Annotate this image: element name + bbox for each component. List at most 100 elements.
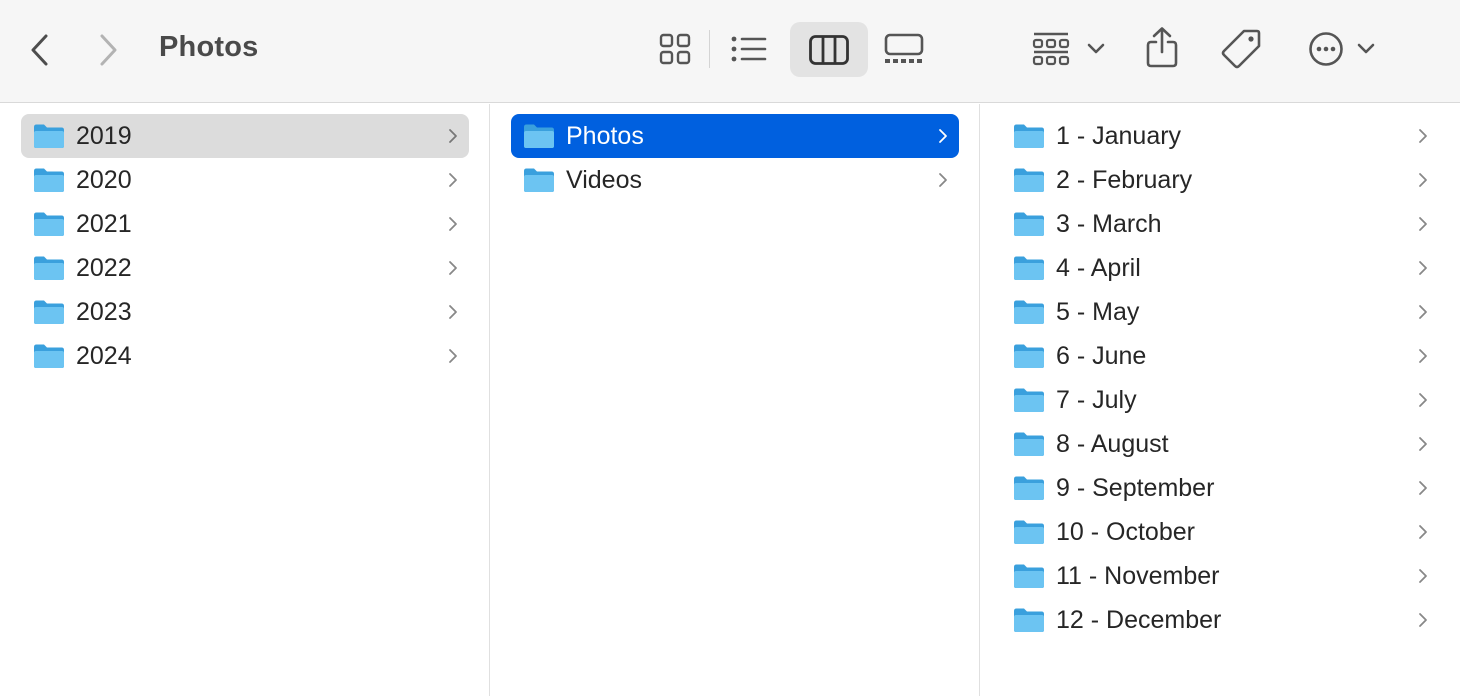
- folder-row-month[interactable]: 5 - May: [1001, 290, 1439, 334]
- folder-row-month[interactable]: 9 - September: [1001, 466, 1439, 510]
- folder-label: Videos: [566, 166, 642, 194]
- chevron-right-icon: [1419, 393, 1427, 407]
- tag-button[interactable]: [1216, 24, 1266, 74]
- folder-label: 3 - March: [1056, 210, 1162, 238]
- folder-row-month[interactable]: 4 - April: [1001, 246, 1439, 290]
- chevron-right-icon: [1419, 437, 1427, 451]
- folder-icon: [1014, 608, 1044, 632]
- chevron-right-icon: [1419, 613, 1427, 627]
- column-months: 1 - January 2 - February 3 - March 4 - A…: [981, 104, 1460, 696]
- folder-row-month[interactable]: 2 - February: [1001, 158, 1439, 202]
- folder-label: 4 - April: [1056, 254, 1141, 282]
- back-button[interactable]: [20, 28, 58, 72]
- folder-icon: [1014, 564, 1044, 588]
- folder-row-month[interactable]: 12 - December: [1001, 598, 1439, 642]
- folder-icon: [1014, 124, 1044, 148]
- finder-toolbar: Photos: [0, 0, 1460, 103]
- folder-label: 8 - August: [1056, 430, 1169, 458]
- chevron-right-icon: [1419, 129, 1427, 143]
- folder-row-2021[interactable]: 2021: [21, 202, 469, 246]
- icon-view-button[interactable]: [650, 26, 700, 72]
- folder-label: 6 - June: [1056, 342, 1147, 370]
- folder-icon: [1014, 432, 1044, 456]
- folder-row-2019[interactable]: 2019: [21, 114, 469, 158]
- folder-row-month[interactable]: 8 - August: [1001, 422, 1439, 466]
- chevron-right-icon: [1419, 525, 1427, 539]
- folder-row-2023[interactable]: 2023: [21, 290, 469, 334]
- chevron-right-icon: [449, 217, 457, 231]
- chevron-right-icon: [100, 34, 117, 66]
- forward-button[interactable]: [90, 28, 128, 72]
- folder-label: 2022: [76, 254, 132, 282]
- tag-icon: [1221, 29, 1261, 69]
- folder-label: 10 - October: [1056, 518, 1195, 546]
- folder-row-month[interactable]: 3 - March: [1001, 202, 1439, 246]
- chevron-right-icon: [449, 173, 457, 187]
- chevron-right-icon: [449, 305, 457, 319]
- share-icon: [1146, 27, 1178, 68]
- folder-label: 5 - May: [1056, 298, 1140, 326]
- folder-icon: [1014, 256, 1044, 280]
- folder-icon: [1014, 168, 1044, 192]
- folder-label: Photos: [566, 122, 644, 150]
- folder-label: 1 - January: [1056, 122, 1182, 150]
- folder-icon: [1014, 476, 1044, 500]
- toolbar-divider: [709, 30, 710, 68]
- folder-icon: [34, 256, 64, 280]
- group-by-icon: [1032, 32, 1070, 66]
- chevron-right-icon: [1419, 217, 1427, 231]
- column-media: Photos Videos: [491, 104, 980, 696]
- folder-row-month[interactable]: 10 - October: [1001, 510, 1439, 554]
- share-button[interactable]: [1140, 22, 1184, 72]
- window-title: Photos: [159, 31, 259, 63]
- chevron-right-icon: [1419, 349, 1427, 363]
- folder-row-month[interactable]: 6 - June: [1001, 334, 1439, 378]
- folder-icon: [1014, 212, 1044, 236]
- list-view-icon: [731, 36, 767, 62]
- folder-label: 2020: [76, 166, 132, 194]
- folder-row-2024[interactable]: 2024: [21, 334, 469, 378]
- more-actions-button[interactable]: [1302, 26, 1382, 72]
- folder-icon: [1014, 388, 1044, 412]
- chevron-down-icon: [1357, 43, 1375, 54]
- column-view-button[interactable]: [790, 22, 868, 77]
- folder-icon: [34, 124, 64, 148]
- folder-row-month[interactable]: 1 - January: [1001, 114, 1439, 158]
- folder-label: 2024: [76, 342, 132, 370]
- folder-row-2020[interactable]: 2020: [21, 158, 469, 202]
- more-actions-icon: [1309, 32, 1343, 66]
- folder-row-month[interactable]: 7 - July: [1001, 378, 1439, 422]
- folder-icon: [1014, 300, 1044, 324]
- chevron-right-icon: [449, 349, 457, 363]
- chevron-right-icon: [939, 173, 947, 187]
- folder-label: 7 - July: [1056, 386, 1137, 414]
- chevron-right-icon: [449, 129, 457, 143]
- chevron-right-icon: [449, 261, 457, 275]
- folder-row-photos[interactable]: Photos: [511, 114, 959, 158]
- folder-icon: [34, 212, 64, 236]
- chevron-right-icon: [1419, 305, 1427, 319]
- icon-view-icon: [659, 33, 691, 65]
- chevron-left-icon: [31, 34, 48, 66]
- column-view-icon: [809, 34, 849, 65]
- folder-label: 2023: [76, 298, 132, 326]
- folder-icon: [1014, 520, 1044, 544]
- column-years: 2019 2020 2021 2022 2023 2024: [0, 104, 490, 696]
- folder-row-videos[interactable]: Videos: [511, 158, 959, 202]
- folder-icon: [34, 344, 64, 368]
- folder-row-2022[interactable]: 2022: [21, 246, 469, 290]
- folder-label: 2019: [76, 122, 132, 150]
- folder-label: 11 - November: [1056, 562, 1220, 590]
- gallery-view-button[interactable]: [878, 26, 930, 72]
- folder-icon: [34, 168, 64, 192]
- gallery-view-icon: [884, 33, 924, 63]
- folder-label: 12 - December: [1056, 606, 1222, 634]
- chevron-right-icon: [1419, 173, 1427, 187]
- folder-row-month[interactable]: 11 - November: [1001, 554, 1439, 598]
- folder-label: 2 - February: [1056, 166, 1193, 194]
- group-by-button[interactable]: [1028, 26, 1108, 72]
- folder-icon: [524, 168, 554, 192]
- folder-icon: [34, 300, 64, 324]
- chevron-down-icon: [1087, 43, 1105, 54]
- list-view-button[interactable]: [724, 26, 774, 72]
